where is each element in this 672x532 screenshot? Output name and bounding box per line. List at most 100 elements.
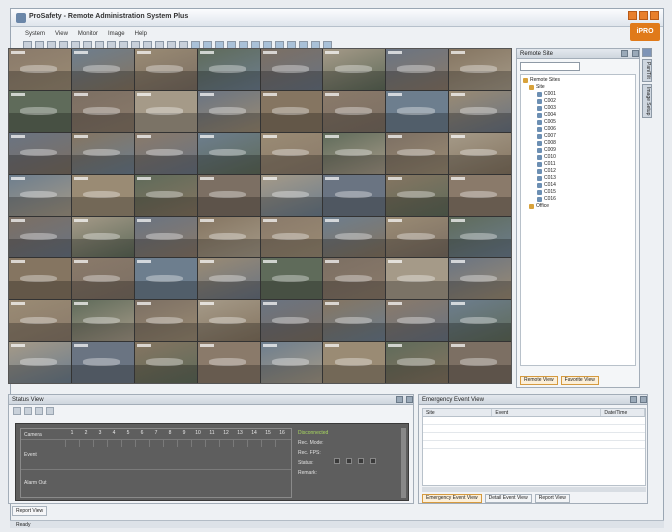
camera-tile[interactable] <box>134 49 197 90</box>
camera-tile[interactable] <box>260 216 323 258</box>
camera-tile[interactable] <box>197 300 260 342</box>
tree-camera-item[interactable]: C001 <box>523 91 633 98</box>
camera-tile[interactable] <box>323 90 386 132</box>
tree-camera-item[interactable]: C006 <box>523 126 633 133</box>
tree-camera-item[interactable]: C009 <box>523 147 633 154</box>
camera-tile[interactable] <box>260 258 323 300</box>
table-row[interactable] <box>423 425 645 433</box>
camera-tile[interactable] <box>9 90 71 132</box>
camera-tile[interactable] <box>260 300 323 342</box>
camera-tile[interactable] <box>386 342 449 383</box>
camera-tile[interactable] <box>386 49 449 90</box>
camera-tile[interactable] <box>9 258 71 300</box>
camera-tile[interactable] <box>9 174 71 216</box>
tree-camera-item[interactable]: C007 <box>523 133 633 140</box>
tab-report-view[interactable]: Report View <box>534 494 570 503</box>
camera-tile[interactable] <box>134 300 197 342</box>
camera-tile[interactable] <box>197 216 260 258</box>
camera-tile[interactable] <box>71 174 134 216</box>
camera-tile[interactable] <box>134 90 197 132</box>
close-panel-icon[interactable] <box>640 396 647 403</box>
tree-site[interactable]: Site <box>523 84 633 91</box>
camera-tile[interactable] <box>9 132 71 174</box>
tree-camera-item[interactable]: C011 <box>523 161 633 168</box>
camera-tile[interactable] <box>323 216 386 258</box>
col-site[interactable]: Site <box>423 409 493 416</box>
side-tab-pantilt[interactable]: Pan/Tilt <box>642 59 652 82</box>
minimize-icon[interactable] <box>628 11 637 20</box>
tree-camera-item[interactable]: C004 <box>523 112 633 119</box>
camera-tile[interactable] <box>71 258 134 300</box>
table-row[interactable] <box>423 417 645 425</box>
menu-help[interactable]: Help <box>135 28 147 40</box>
camera-tile[interactable] <box>449 258 511 300</box>
camera-tile[interactable] <box>386 258 449 300</box>
camera-tile[interactable] <box>9 49 71 90</box>
camera-tile[interactable] <box>449 49 511 90</box>
status-scrollbar[interactable] <box>401 428 406 498</box>
camera-tile[interactable] <box>386 300 449 342</box>
camera-tile[interactable] <box>260 90 323 132</box>
camera-tile[interactable] <box>386 90 449 132</box>
camera-tile[interactable] <box>197 342 260 383</box>
close-panel-icon[interactable] <box>406 396 413 403</box>
close-panel-icon[interactable] <box>632 50 639 57</box>
camera-tile[interactable] <box>449 132 511 174</box>
col-event[interactable]: Event <box>492 409 602 416</box>
camera-tile[interactable] <box>134 258 197 300</box>
side-tab-image-setup[interactable]: Image Setup <box>642 83 652 119</box>
camera-tile[interactable] <box>134 174 197 216</box>
camera-tile[interactable] <box>323 342 386 383</box>
table-row[interactable] <box>423 433 645 441</box>
camera-tile[interactable] <box>323 258 386 300</box>
camera-tile[interactable] <box>9 216 71 258</box>
tree-camera-item[interactable]: C003 <box>523 105 633 112</box>
camera-tile[interactable] <box>449 300 511 342</box>
tree-camera-item[interactable]: C014 <box>523 182 633 189</box>
camera-tile[interactable] <box>260 174 323 216</box>
camera-tile[interactable] <box>449 216 511 258</box>
tree-camera-item[interactable]: C010 <box>523 154 633 161</box>
tab-emergency-event[interactable]: Emergency Event View <box>422 494 482 503</box>
pin-icon[interactable] <box>396 396 403 403</box>
event-hscroll[interactable] <box>422 487 646 492</box>
tree-camera-item[interactable]: C013 <box>523 175 633 182</box>
camera-tile[interactable] <box>71 342 134 383</box>
menu-view[interactable]: View <box>55 28 68 40</box>
camera-tile[interactable] <box>71 90 134 132</box>
camera-tile[interactable] <box>386 132 449 174</box>
tree-camera-item[interactable]: C015 <box>523 189 633 196</box>
table-row[interactable] <box>423 441 645 449</box>
camera-tile[interactable] <box>71 216 134 258</box>
camera-tile[interactable] <box>71 132 134 174</box>
tree-camera-item[interactable]: C002 <box>523 98 633 105</box>
camera-tile[interactable] <box>323 49 386 90</box>
tree-camera-item[interactable]: C012 <box>523 168 633 175</box>
tab-remote-view[interactable]: Remote View <box>520 376 558 385</box>
camera-tile[interactable] <box>197 90 260 132</box>
camera-tile[interactable] <box>71 300 134 342</box>
col-datetime[interactable]: Date/Time <box>601 409 645 416</box>
tab-favorite-view[interactable]: Favorite View <box>560 376 599 385</box>
pin-icon[interactable] <box>630 396 637 403</box>
tab-detail-event[interactable]: Detail Event View <box>484 494 532 503</box>
camera-tile[interactable] <box>9 342 71 383</box>
camera-tile[interactable] <box>323 132 386 174</box>
tree-camera-item[interactable]: C005 <box>523 119 633 126</box>
camera-tile[interactable] <box>323 174 386 216</box>
site-search-input[interactable] <box>520 62 580 71</box>
menu-monitor[interactable]: Monitor <box>78 28 98 40</box>
camera-tile[interactable] <box>134 342 197 383</box>
menu-image[interactable]: Image <box>108 28 125 40</box>
refresh-icon[interactable] <box>13 407 21 415</box>
close-icon[interactable] <box>650 11 659 20</box>
camera-tile[interactable] <box>260 49 323 90</box>
tree-camera-item[interactable]: C008 <box>523 140 633 147</box>
menu-system[interactable]: System <box>25 28 45 40</box>
tree-camera-item[interactable]: C016 <box>523 196 633 203</box>
camera-tile[interactable] <box>260 132 323 174</box>
camera-tile[interactable] <box>449 174 511 216</box>
camera-tile[interactable] <box>449 90 511 132</box>
settings-icon[interactable] <box>24 407 32 415</box>
camera-tile[interactable] <box>386 174 449 216</box>
